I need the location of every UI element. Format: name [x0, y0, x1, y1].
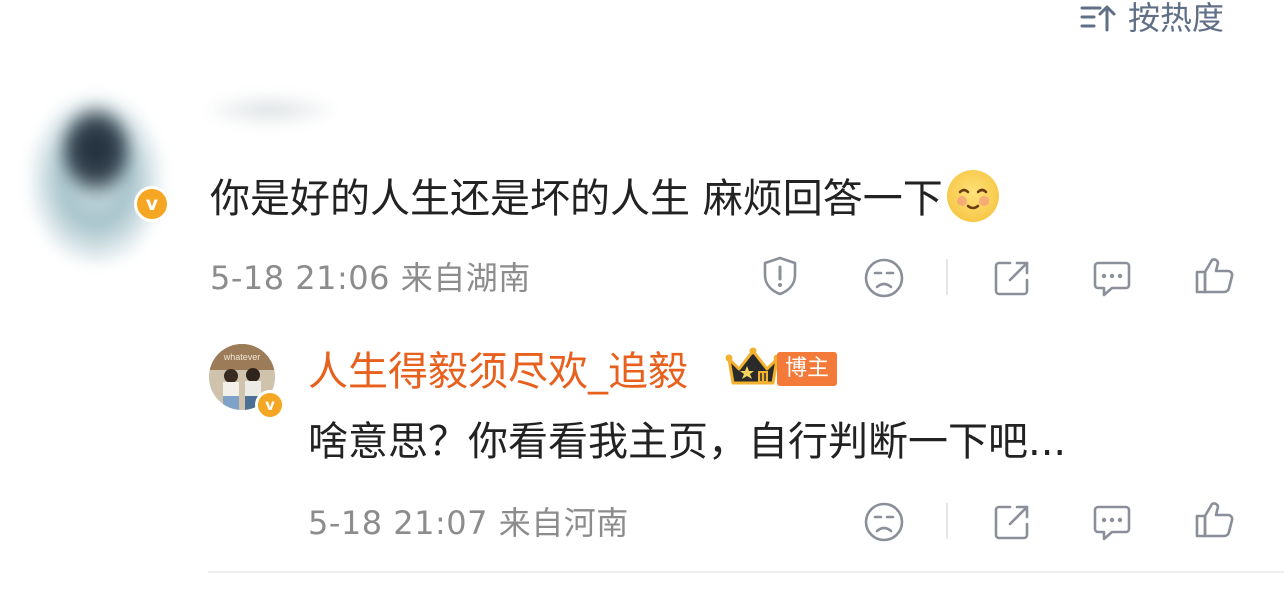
dislike-icon[interactable] [862, 500, 906, 544]
comment-meta: 5-18 21:06 来自湖南 [210, 259, 531, 297]
avatar-caption: whatever [223, 352, 261, 362]
dislike-icon[interactable] [862, 256, 906, 300]
comment-text: 你是好的人生还是坏的人生 麻烦回答一下 [210, 170, 999, 223]
comment-icon[interactable] [1090, 500, 1134, 544]
avatar[interactable] [18, 70, 180, 265]
sort-by-hot-button[interactable]: 按热度 [1078, 0, 1224, 36]
reply-meta: 5-18 21:07 来自河南 [308, 504, 629, 542]
comment-icon[interactable] [1090, 256, 1134, 300]
share-icon[interactable] [990, 500, 1034, 544]
divider [946, 259, 948, 295]
reply-username[interactable]: 人生得毅须尽欢_追毅 [308, 348, 688, 396]
crown-icon [725, 347, 781, 385]
verified-badge: v [255, 390, 285, 420]
divider [946, 503, 948, 539]
share-icon[interactable] [990, 256, 1034, 300]
blush-emoji-icon [946, 170, 999, 222]
like-icon[interactable] [1193, 254, 1237, 298]
sort-label: 按热度 [1128, 0, 1225, 37]
report-icon[interactable] [758, 254, 802, 298]
reply-text: 啥意思？你看看我主页，自行判断一下吧... [308, 419, 1067, 465]
sort-icon [1080, 5, 1116, 32]
username-blurred[interactable] [190, 80, 350, 140]
verified-badge: v [134, 186, 170, 222]
separator-line [208, 571, 1284, 573]
author-badge: 博主 [777, 352, 838, 386]
like-icon[interactable] [1193, 498, 1237, 542]
